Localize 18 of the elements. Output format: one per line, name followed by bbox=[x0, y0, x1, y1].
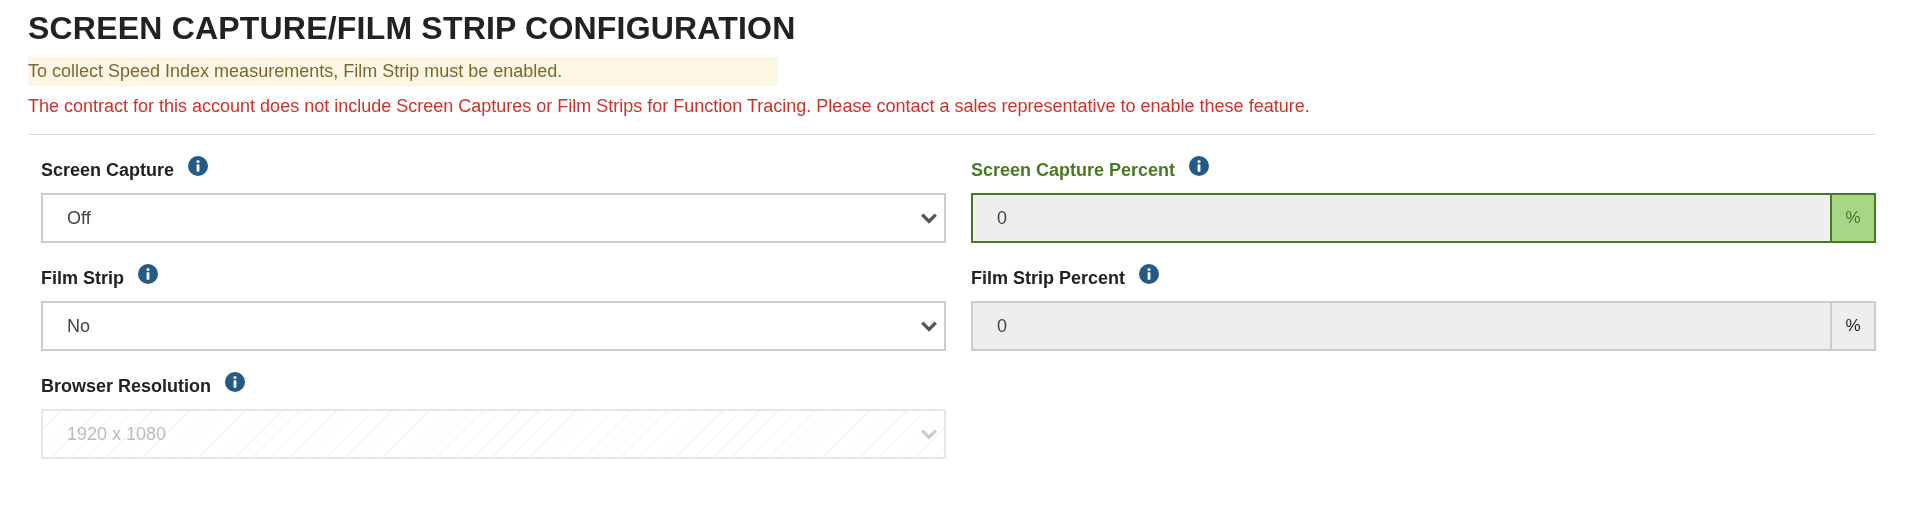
chevron-down-icon bbox=[920, 320, 938, 332]
select-field[interactable]: No bbox=[41, 301, 946, 351]
info-icon[interactable] bbox=[138, 264, 158, 284]
field-label: Film Strip bbox=[41, 267, 124, 289]
field-label: Film Strip Percent bbox=[971, 267, 1126, 289]
field-label: Screen Capture bbox=[41, 159, 175, 181]
error-message: The contract for this account does not include Screen Captures or Film Strips for Function Tracing. Please contact a sales representative to enable these feature. bbox=[28, 96, 1311, 117]
info-icon[interactable] bbox=[1139, 264, 1160, 284]
page-title: SCREEN CAPTURE/FILM STRIP CONFIGURATION bbox=[28, 10, 797, 47]
field-label: Screen Capture Percent bbox=[971, 159, 1176, 181]
info-icon[interactable] bbox=[188, 156, 209, 176]
notice-message: To collect Speed Index measurements, Film Strip must be enabled. bbox=[28, 57, 778, 86]
select-field[interactable]: Off bbox=[41, 193, 946, 243]
info-icon[interactable] bbox=[1189, 156, 1210, 176]
chevron-down-icon bbox=[920, 212, 938, 224]
field-label: Browser Resolution bbox=[41, 375, 212, 397]
info-icon[interactable] bbox=[225, 372, 246, 392]
chevron-down-icon bbox=[920, 428, 938, 440]
